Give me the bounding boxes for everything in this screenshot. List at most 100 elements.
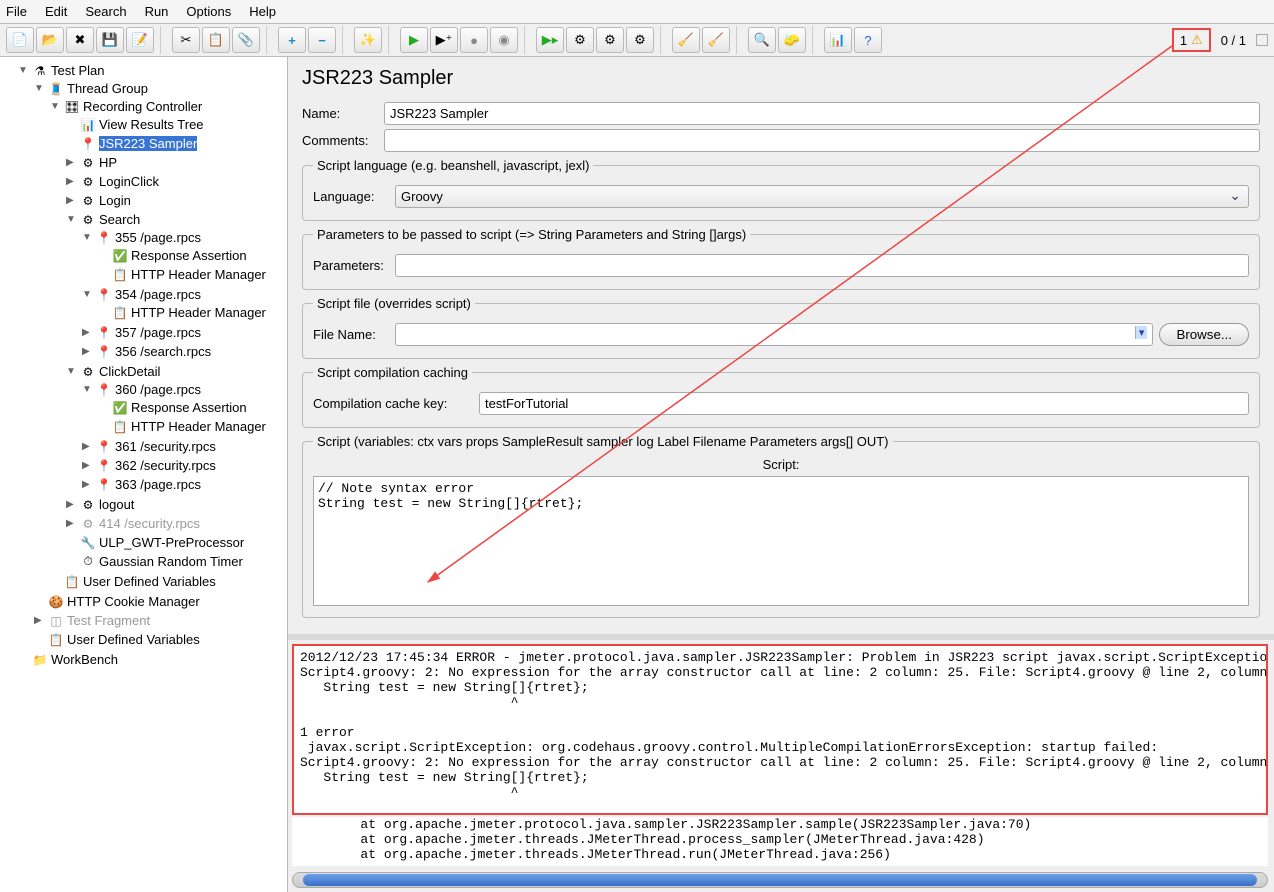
search-icon-button[interactable]: 🔍 xyxy=(748,27,776,53)
language-select[interactable]: Groovy xyxy=(395,185,1249,208)
tree-hhm-3[interactable]: 📋HTTP Header Manager xyxy=(96,418,287,435)
open-button[interactable]: 📂 xyxy=(36,27,64,53)
gear-icon: ⚙ xyxy=(80,365,96,379)
cut-button[interactable]: ✂ xyxy=(172,27,200,53)
warning-indicator[interactable]: 1 ⚠ xyxy=(1172,28,1211,52)
tree-test-plan[interactable]: ▼⚗Test Plan xyxy=(16,62,287,79)
browse-button[interactable]: Browse... xyxy=(1159,323,1249,346)
start-button[interactable]: ▶ xyxy=(400,27,428,53)
remote-shutdown-button[interactable]: ⚙ xyxy=(626,27,654,53)
menu-search[interactable]: Search xyxy=(85,4,126,19)
tree-search[interactable]: ▼⚙Search xyxy=(64,211,287,228)
test-progress: 0 / 1 xyxy=(1221,33,1246,48)
save-button[interactable]: 💾 xyxy=(96,27,124,53)
tree-356[interactable]: ▶📍356 /search.rpcs xyxy=(80,343,287,360)
tree-recording-controller[interactable]: ▼🎛Recording Controller xyxy=(48,98,287,115)
tree-ulp[interactable]: 🔧ULP_GWT-PreProcessor xyxy=(64,534,287,551)
shutdown-button[interactable]: ◉ xyxy=(490,27,518,53)
cache-fieldset: Script compilation caching Compilation c… xyxy=(302,365,1260,428)
parameters-input[interactable] xyxy=(395,254,1249,277)
tree-jsr223[interactable]: 📍JSR223 Sampler xyxy=(64,135,287,152)
tree-udv-2[interactable]: 📋User Defined Variables xyxy=(32,631,287,648)
warning-icon: ⚠ xyxy=(1191,32,1203,48)
tree-loginclick[interactable]: ▶⚙LoginClick xyxy=(64,173,287,190)
comments-input[interactable] xyxy=(384,129,1260,152)
tree-ra-2[interactable]: ✅Response Assertion xyxy=(96,399,287,416)
file-fieldset: Script file (overrides script) File Name… xyxy=(302,296,1260,359)
results-icon: 📊 xyxy=(80,118,96,132)
headers-icon: 📋 xyxy=(112,268,128,282)
tree-354[interactable]: ▼📍354 /page.rpcs xyxy=(80,286,287,303)
wand-button[interactable]: ✨ xyxy=(354,27,382,53)
remote-start-all-button[interactable]: ⚙ xyxy=(566,27,594,53)
log-panel[interactable]: 2012/12/23 17:45:34 ERROR - jmeter.proto… xyxy=(292,644,1268,815)
script-legend: Script (variables: ctx vars props Sample… xyxy=(313,434,893,449)
start-no-timers-button[interactable]: ▶⁺ xyxy=(430,27,458,53)
assert-icon: ✅ xyxy=(112,401,128,415)
tree-grt[interactable]: ⏱Gaussian Random Timer xyxy=(64,553,287,570)
tree-355[interactable]: ▼📍355 /page.rpcs xyxy=(80,229,287,246)
tree-361[interactable]: ▶📍361 /security.rpcs xyxy=(80,438,287,455)
cache-label: Compilation cache key: xyxy=(313,396,473,411)
tree-workbench[interactable]: 📁WorkBench xyxy=(16,651,287,668)
tree-363[interactable]: ▶📍363 /page.rpcs xyxy=(80,476,287,493)
language-label: Language: xyxy=(313,189,389,204)
horizontal-scrollbar[interactable] xyxy=(292,872,1268,888)
tree-thread-group[interactable]: ▼🧵Thread Group xyxy=(32,80,287,97)
tree-414[interactable]: ▶⚙414 /security.rpcs xyxy=(64,515,287,532)
copy-button[interactable]: 📋 xyxy=(202,27,230,53)
fragment-icon: ◫ xyxy=(48,614,64,628)
add-button[interactable]: + xyxy=(278,27,306,53)
tree-view-results[interactable]: 📊View Results Tree xyxy=(64,116,287,133)
tree-logout[interactable]: ▶⚙logout xyxy=(64,496,287,513)
cache-input[interactable] xyxy=(479,392,1249,415)
menu-help[interactable]: Help xyxy=(249,4,276,19)
thread-icon: 🧵 xyxy=(48,82,64,96)
tree-357[interactable]: ▶📍357 /page.rpcs xyxy=(80,324,287,341)
remote-stop-button[interactable]: ⚙ xyxy=(596,27,624,53)
file-label: File Name: xyxy=(313,327,389,342)
stop-button[interactable]: ● xyxy=(460,27,488,53)
function-helper-button[interactable]: 📊 xyxy=(824,27,852,53)
clear-all-button[interactable]: 🧹 xyxy=(702,27,730,53)
menu-run[interactable]: Run xyxy=(145,4,169,19)
clear-button[interactable]: 🧹 xyxy=(672,27,700,53)
tree-ra-1[interactable]: ✅Response Assertion xyxy=(96,247,287,264)
http-icon: 📍 xyxy=(96,326,112,340)
gear-icon: ⚙ xyxy=(80,175,96,189)
tree-test-fragment[interactable]: ▶◫Test Fragment xyxy=(32,612,287,629)
help-button[interactable]: ? xyxy=(854,27,882,53)
tree-clickdetail[interactable]: ▼⚙ClickDetail xyxy=(64,363,287,380)
file-input[interactable] xyxy=(395,323,1153,346)
name-input[interactable] xyxy=(384,102,1260,125)
tree-362[interactable]: ▶📍362 /security.rpcs xyxy=(80,457,287,474)
menu-file[interactable]: File xyxy=(6,4,27,19)
tree-hp[interactable]: ▶⚙HP xyxy=(64,154,287,171)
tree-udv-1[interactable]: 📋User Defined Variables xyxy=(48,573,287,590)
comments-label: Comments: xyxy=(302,133,378,148)
test-plan-tree[interactable]: ▼⚗Test Plan ▼🧵Thread Group ▼🎛Recording C… xyxy=(0,57,288,892)
remove-button[interactable]: − xyxy=(308,27,336,53)
tree-hhm-2[interactable]: 📋HTTP Header Manager xyxy=(96,304,287,321)
tree-hhm-1[interactable]: 📋HTTP Header Manager xyxy=(96,266,287,283)
menubar: File Edit Search Run Options Help xyxy=(0,0,1274,24)
new-button[interactable]: 📄 xyxy=(6,27,34,53)
http-icon: 📍 xyxy=(96,231,112,245)
tree-cookie-mgr[interactable]: 🍪HTTP Cookie Manager xyxy=(32,593,287,610)
gear-icon: ⚙ xyxy=(80,156,96,170)
cache-legend: Script compilation caching xyxy=(313,365,472,380)
remote-start-button[interactable]: ▶▸ xyxy=(536,27,564,53)
parameters-fieldset: Parameters to be passed to script (=> St… xyxy=(302,227,1260,290)
tree-login[interactable]: ▶⚙Login xyxy=(64,192,287,209)
reset-search-button[interactable]: 🧽 xyxy=(778,27,806,53)
menu-edit[interactable]: Edit xyxy=(45,4,67,19)
script-textarea[interactable] xyxy=(313,476,1249,606)
running-indicator xyxy=(1256,34,1268,46)
gear-icon: ⚙ xyxy=(80,194,96,208)
close-button[interactable]: ✖ xyxy=(66,27,94,53)
tree-360[interactable]: ▼📍360 /page.rpcs xyxy=(80,381,287,398)
paste-button[interactable]: 📎 xyxy=(232,27,260,53)
save-as-button[interactable]: 📝 xyxy=(126,27,154,53)
menu-options[interactable]: Options xyxy=(186,4,231,19)
name-label: Name: xyxy=(302,106,378,121)
